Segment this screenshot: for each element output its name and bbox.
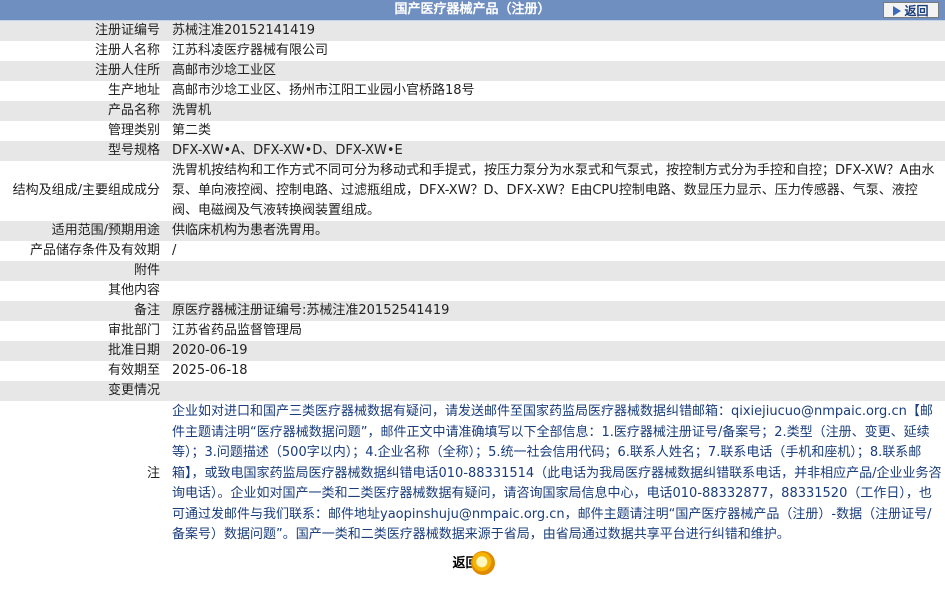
page-header: 国产医疗器械产品（注册） 返回: [0, 0, 945, 21]
row-value: 2020-06-19: [166, 341, 945, 361]
row-value: 江苏科凌医疗器械有限公司: [166, 41, 945, 61]
row-label-cell: 批准日期: [0, 341, 166, 361]
table-row: 备注 原医疗器械注册证编号:苏械注准20152541419: [0, 301, 945, 321]
notice-text: 企业如对进口和国产三类医疗器械数据有疑问，请发送邮件至国家药监局医疗器械数据纠错…: [166, 401, 945, 547]
row-value: 高邮市沙埝工业区、扬州市江阳工业园小官桥路18号: [166, 81, 945, 101]
row-value: 原医疗器械注册证编号:苏械注准20152541419: [166, 301, 945, 321]
row-label-cell: 备注: [0, 301, 166, 321]
row-label-cell: 生产地址: [0, 81, 166, 101]
row-label-cell: 产品名称: [0, 101, 166, 121]
row-label-cell: 其他内容: [0, 281, 166, 301]
arrow-right-icon: [893, 6, 902, 16]
table-row: 产品名称 洗胃机: [0, 101, 945, 121]
row-label-cell: 管理类别: [0, 121, 166, 141]
table-row: 变更情况: [0, 381, 945, 401]
table-row: 注册证编号 苏械注准20152141419: [0, 21, 945, 41]
row-value: 洗胃机按结构和工作方式不同可分为移动式和手提式，按压力泵分为水泵式和气泵式，按控…: [166, 161, 945, 221]
row-label: 管理类别: [107, 123, 160, 138]
row-label: 注册人住所: [94, 63, 160, 78]
row-label: 产品储存条件及有效期: [29, 243, 160, 258]
row-value: /: [166, 241, 945, 261]
back-button-bottom[interactable]: 返回: [452, 550, 495, 577]
row-label: 注册证编号: [94, 23, 160, 38]
row-label: 附件: [133, 263, 160, 278]
row-value: 供临床机构为患者洗胃用。: [166, 221, 945, 241]
row-label-cell: 结构及组成/主要组成成分: [0, 161, 166, 221]
row-label: 审批部门: [107, 323, 160, 338]
row-label: 备注: [133, 303, 160, 318]
row-label-cell: 注册人名称: [0, 41, 166, 61]
row-label: 型号规格: [107, 143, 160, 158]
circle-arrow-icon: [470, 550, 495, 575]
table-row: 注册人住所 高邮市沙埝工业区: [0, 61, 945, 81]
table-row: 注册人名称 江苏科凌医疗器械有限公司: [0, 41, 945, 61]
row-label: 产品名称: [107, 103, 160, 118]
row-label-cell: 有效期至: [0, 361, 166, 381]
row-label: 批准日期: [107, 343, 160, 358]
table-row: 生产地址 高邮市沙埝工业区、扬州市江阳工业园小官桥路18号: [0, 81, 945, 101]
table-row: 附件: [0, 261, 945, 281]
notice-label: 注: [146, 465, 160, 481]
row-label: 变更情况: [107, 383, 160, 398]
row-label-cell: 型号规格: [0, 141, 166, 161]
row-label: 生产地址: [107, 83, 160, 98]
table-row: 产品储存条件及有效期 /: [0, 241, 945, 261]
row-label-cell: 注册证编号: [0, 21, 166, 41]
table-row: 其他内容: [0, 281, 945, 301]
row-value: 高邮市沙埝工业区: [166, 61, 945, 81]
row-value: 洗胃机: [166, 101, 945, 121]
row-label: 注册人名称: [94, 43, 160, 58]
table-row: 结构及组成/主要组成成分 洗胃机按结构和工作方式不同可分为移动式和手提式，按压力泵…: [0, 161, 945, 221]
table-row: 适用范围/预期用途 供临床机构为患者洗胃用。: [0, 221, 945, 241]
row-label-cell: 适用范围/预期用途: [0, 221, 166, 241]
row-label: 其他内容: [107, 283, 160, 298]
back-button-top-label: 返回: [904, 4, 929, 18]
row-label-cell: 附件: [0, 261, 166, 281]
footer: 返回: [0, 547, 945, 577]
row-value: [166, 261, 945, 281]
notice-label-cell: 注: [0, 401, 166, 547]
back-button-top[interactable]: 返回: [883, 2, 939, 18]
row-value: DFX-XW•A、DFX-XW•D、DFX-XW•E: [166, 141, 945, 161]
row-label: 适用范围/预期用途: [51, 223, 160, 238]
table-row: 管理类别 第二类: [0, 121, 945, 141]
row-value: 苏械注准20152141419: [166, 21, 945, 41]
table-row: 审批部门 江苏省药品监督管理局: [0, 321, 945, 341]
product-detail-table: 注册证编号 苏械注准20152141419 注册人名称 江苏科凌医疗器械有限公司 注册人…: [0, 21, 945, 547]
row-label: 有效期至: [107, 363, 160, 378]
row-value: [166, 281, 945, 301]
table-row: 有效期至 2025-06-18: [0, 361, 945, 381]
row-label-cell: 审批部门: [0, 321, 166, 341]
row-value: 江苏省药品监督管理局: [166, 321, 945, 341]
row-label-cell: 变更情况: [0, 381, 166, 401]
row-value: 2025-06-18: [166, 361, 945, 381]
row-label-cell: 注册人住所: [0, 61, 166, 81]
notice-row: 注企业如对进口和国产三类医疗器械数据有疑问，请发送邮件至国家药监局医疗器械数据纠…: [0, 401, 945, 547]
row-label: 结构及组成/主要组成成分: [12, 183, 160, 198]
row-value: 第二类: [166, 121, 945, 141]
row-label-cell: 产品储存条件及有效期: [0, 241, 166, 261]
row-value: [166, 381, 945, 401]
table-row: 批准日期 2020-06-19: [0, 341, 945, 361]
page-title: 国产医疗器械产品（注册）: [394, 2, 551, 17]
table-row: 型号规格 DFX-XW•A、DFX-XW•D、DFX-XW•E: [0, 141, 945, 161]
